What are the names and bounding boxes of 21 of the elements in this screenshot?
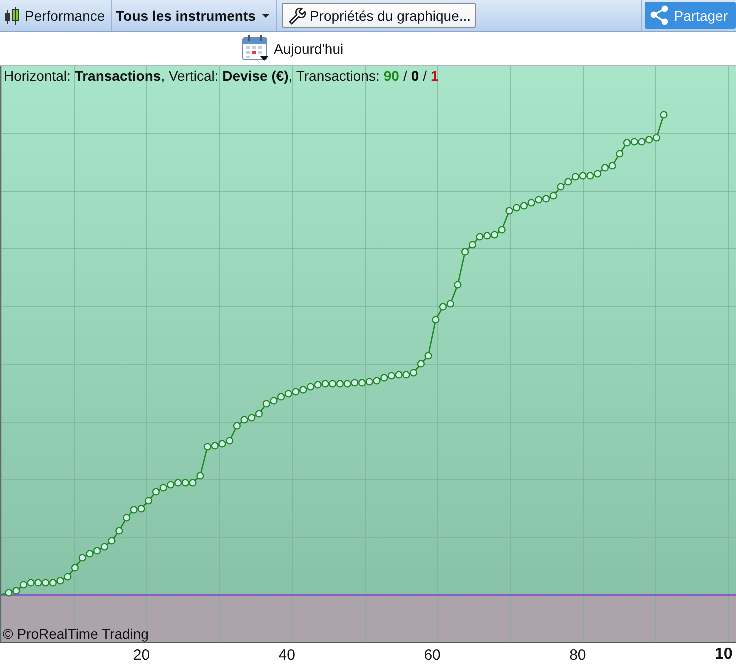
caret-icon	[262, 14, 270, 18]
share-icon	[650, 5, 670, 26]
chart-legend: Horizontal: Transactions, Vertical: Devise (€), Transactions:	[4, 68, 380, 84]
axis-label: 80	[570, 647, 586, 664]
transaction-count: 90	[384, 68, 400, 84]
transaction-count: 0	[411, 68, 420, 84]
chart-properties-button[interactable]: Propriétés du graphique...	[282, 3, 476, 28]
axis-label: 20	[133, 647, 150, 664]
copyright-text: © ProRealTime Trading	[3, 626, 149, 642]
date-selector[interactable]: Aujourd'hui	[242, 35, 344, 62]
axis-label: 40	[278, 647, 296, 664]
axis-label: 60	[424, 647, 441, 664]
calendar-icon	[242, 35, 270, 62]
candlestick-icon	[4, 6, 20, 24]
transaction-count: 1	[431, 68, 439, 84]
wrench-icon	[286, 6, 306, 24]
performance-button[interactable]: Performance	[0, 0, 112, 31]
instruments-dropdown[interactable]: Tous les instruments	[112, 0, 277, 31]
separator: /	[403, 68, 408, 84]
separator: /	[423, 68, 428, 84]
axis-label: 10	[715, 646, 733, 664]
